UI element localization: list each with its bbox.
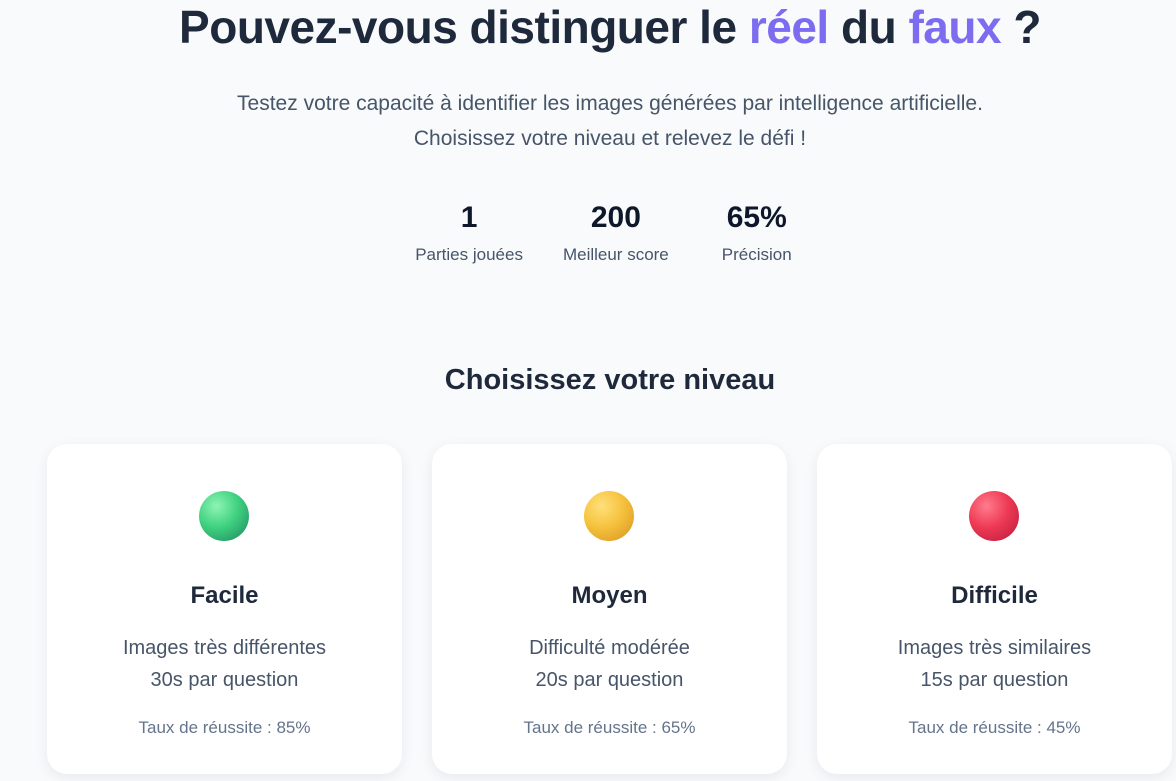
level-success-rate: Taux de réussite : 45%: [908, 718, 1081, 737]
level-card-easy[interactable]: Facile Images très différentes 30s par q…: [47, 444, 402, 774]
level-time-per-question: 15s par question: [920, 669, 1069, 691]
level-description: Difficulté modérée 20s par question: [432, 632, 787, 696]
stat-value: 1: [460, 201, 478, 234]
level-description: Images très différentes 30s par question: [47, 632, 402, 696]
stat-value: 200: [590, 201, 641, 234]
stats-bar: 1 Parties jouées 200 Meilleur score 65% …: [0, 198, 1176, 268]
level-title: Moyen: [571, 582, 648, 609]
level-description-line: Images très différentes: [122, 637, 327, 659]
level-success-rate: Taux de réussite : 85%: [138, 718, 311, 737]
title-text-end: ?: [1001, 1, 1041, 53]
page-subtitle: Testez votre capacité à identifier les i…: [237, 92, 983, 150]
red-orb-icon: [969, 491, 1019, 541]
green-orb-icon: [199, 491, 249, 541]
stat-best-score: 200 Meilleur score: [563, 198, 669, 268]
yellow-orb-icon: [584, 491, 634, 541]
level-section-title: Choisissez votre niveau: [444, 364, 776, 396]
level-success-rate: Taux de réussite : 65%: [523, 718, 696, 737]
level-description-line: Difficulté modérée: [529, 637, 690, 659]
level-title: Difficile: [951, 582, 1038, 609]
level-description: Images très similaires 15s par question: [817, 632, 1172, 696]
stat-precision: 65% Précision: [709, 198, 805, 268]
stat-label: Parties jouées: [415, 245, 523, 264]
title-text-start: Pouvez-vous distinguer le: [179, 1, 749, 53]
level-time-per-question: 30s par question: [150, 669, 299, 691]
stat-games-played: 1 Parties jouées: [415, 198, 523, 268]
stat-label: Précision: [721, 245, 792, 264]
page-title: Pouvez-vous distinguer le réel du faux ?: [0, 0, 1176, 54]
stat-value: 65%: [726, 201, 787, 234]
level-time-per-question: 20s par question: [535, 669, 684, 691]
level-card-medium[interactable]: Moyen Difficulté modérée 20s par questio…: [432, 444, 787, 774]
title-accent-fake: faux: [908, 1, 1002, 53]
title-text-middle: du: [828, 1, 909, 53]
level-cards: Facile Images très différentes 30s par q…: [47, 444, 1176, 781]
stat-label: Meilleur score: [562, 245, 669, 264]
level-description-line: Images très similaires: [897, 637, 1092, 659]
level-card-hard[interactable]: Difficile Images très similaires 15s par…: [817, 444, 1172, 774]
level-title: Facile: [190, 582, 259, 609]
title-accent-real: réel: [748, 1, 829, 53]
